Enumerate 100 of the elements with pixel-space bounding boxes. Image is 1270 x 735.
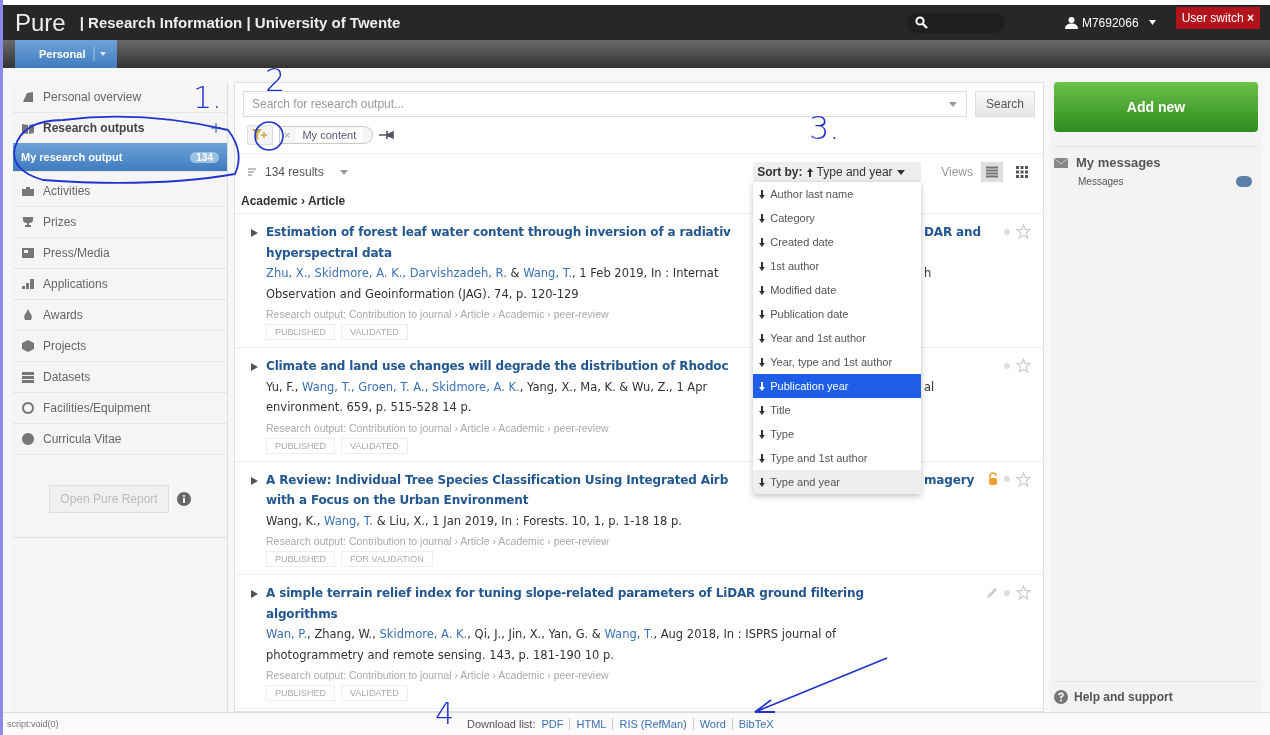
menu-item[interactable]: Author last name xyxy=(753,182,922,206)
result-title[interactable]: Estimation of forest leaf water content through inversion of a radiativ xyxy=(266,222,748,243)
download-link[interactable]: BibTeX xyxy=(731,718,780,730)
sidebar-item[interactable]: Datasets xyxy=(13,362,227,393)
citation: h xyxy=(924,265,932,282)
expand-icon[interactable] xyxy=(251,590,258,598)
annotation-number: 1. xyxy=(193,84,222,111)
status-tag: VALIDATED xyxy=(341,324,408,340)
caret-icon xyxy=(1148,20,1156,25)
sidebar-item[interactable]: Applications xyxy=(13,269,227,300)
filter-add-icon xyxy=(252,129,268,141)
menu-item[interactable]: 1st author xyxy=(753,254,922,278)
user-menu[interactable]: M7692066 xyxy=(1058,14,1162,31)
status-tag: VALIDATED xyxy=(341,437,408,454)
caret-icon[interactable] xyxy=(339,169,348,175)
menu-item[interactable]: Created date xyxy=(753,230,922,254)
sidebar-item[interactable]: Activities xyxy=(13,176,227,207)
citation: Wan, P., Zhang, W., Skidmore, A. K., Qi, J., Jin, X., Yan, G. & Wang, T., Aug 2018, In : ISPRS journal of xyxy=(266,626,837,643)
citation: Zhu, X., Skidmore, A. K., Darvishzadeh, R. & Wang, T., 1 Feb 2019, In : Internat xyxy=(266,265,720,282)
add-filter-button[interactable] xyxy=(247,125,273,145)
search-field[interactable] xyxy=(906,12,1005,33)
search-button[interactable]: Search xyxy=(974,91,1035,117)
dot-icon[interactable] xyxy=(1004,228,1010,235)
badge xyxy=(1236,176,1252,187)
newspaper-icon xyxy=(21,246,35,260)
download-label: Download list: xyxy=(467,718,536,730)
arrow-down-icon xyxy=(759,309,766,319)
result-title[interactable]: algorithms xyxy=(266,603,338,624)
logo[interactable]: Pure xyxy=(15,8,66,37)
status-tag: PUBLISHED xyxy=(266,685,336,701)
menu-item[interactable]: Title xyxy=(753,398,922,422)
expand-icon[interactable] xyxy=(251,229,258,237)
dot-icon[interactable] xyxy=(1004,589,1010,596)
dot-icon[interactable] xyxy=(1004,362,1010,369)
result-title[interactable]: A simple terrain relief index for tuning slope-related parameters of LiDAR ground filtering xyxy=(266,583,864,604)
messages-link[interactable]: Messages xyxy=(1078,176,1124,187)
sort-icon[interactable] xyxy=(247,166,257,178)
sidebar-item[interactable]: Curricula Vitae xyxy=(13,424,227,455)
menu-item[interactable]: Year and 1st author xyxy=(753,326,922,350)
result-title[interactable]: hyperspectral data xyxy=(266,242,392,263)
menu-item[interactable]: Publication year xyxy=(753,374,922,398)
sidebar-item[interactable]: Press/Media xyxy=(13,238,227,269)
arrow-down-icon xyxy=(759,333,766,343)
menu-item[interactable]: Type xyxy=(753,422,922,446)
filter-chip[interactable]: × My content xyxy=(279,126,374,144)
result-title[interactable]: DAR and xyxy=(924,222,981,243)
download-link[interactable]: HTML xyxy=(569,718,613,730)
star-icon[interactable] xyxy=(1016,358,1031,373)
stack-icon xyxy=(21,370,35,384)
result-title[interactable]: A Review: Individual Tree Species Classification Using Integrated Airb xyxy=(266,469,748,490)
result-title[interactable]: Climate and land use changes will degrade the distribution of Rhodoc xyxy=(266,356,729,377)
arrow-down-icon xyxy=(759,213,766,223)
menu-item[interactable]: Category xyxy=(753,206,922,230)
menu-item[interactable]: Type and 1st author xyxy=(753,446,922,470)
sidebar-item[interactable]: Facilities/Equipment xyxy=(13,393,227,424)
citation: environment. 659, p. 515-528 14 p. xyxy=(266,399,472,416)
pin-icon[interactable] xyxy=(379,130,396,140)
sidebar-item[interactable]: Prizes xyxy=(13,207,227,238)
list-icon xyxy=(986,166,998,178)
user-switch-button[interactable]: User switch × xyxy=(1175,7,1260,29)
menu-item[interactable]: Modified date xyxy=(753,278,922,302)
site-title: | Research Information | University of Twente xyxy=(79,14,402,31)
download-link[interactable]: RIS (RefMan) xyxy=(612,718,693,730)
add-icon[interactable] xyxy=(211,123,221,133)
briefcase-icon xyxy=(21,184,35,198)
caret-icon[interactable] xyxy=(93,47,108,61)
dot-icon[interactable] xyxy=(1004,476,1010,482)
sidebar-item[interactable]: Awards xyxy=(13,300,227,331)
status-text: script:void(0) xyxy=(6,719,60,729)
info-icon[interactable] xyxy=(176,492,191,506)
star-icon[interactable] xyxy=(1016,585,1031,600)
expand-icon[interactable] xyxy=(251,363,258,371)
sort-dropdown[interactable]: Sort by: Type and year xyxy=(753,162,922,182)
expand-icon[interactable] xyxy=(251,476,258,485)
result-type: Research output: Contribution to journal › Article › Academic › peer-review xyxy=(266,535,609,547)
arrow-down-icon xyxy=(759,381,766,391)
arrow-down-icon xyxy=(759,453,766,463)
arrow-down-icon xyxy=(759,429,766,439)
result-title[interactable]: magery xyxy=(924,469,975,490)
annotation-number: 3. xyxy=(809,114,840,143)
views-label: Views xyxy=(941,165,973,179)
list-view-button[interactable] xyxy=(981,162,1003,182)
help-icon[interactable] xyxy=(1054,690,1068,704)
citation: photogrammetry and remote sensing. 143, p. 181-190 10 p. xyxy=(266,646,614,664)
search-field[interactable]: Search for research output... xyxy=(243,91,967,117)
caret-icon[interactable] xyxy=(948,102,957,107)
star-icon[interactable] xyxy=(1016,224,1031,239)
help-link[interactable]: Help and support xyxy=(1074,690,1173,704)
menu-item[interactable]: Publication date xyxy=(753,302,922,326)
circle-annotation xyxy=(254,121,284,151)
menu-item[interactable]: Type and year xyxy=(753,470,922,494)
star-icon[interactable] xyxy=(1016,471,1031,487)
sidebar-item[interactable]: Research outputs xyxy=(13,113,227,143)
menu-item[interactable]: Year, type and 1st author xyxy=(753,350,922,374)
result-type: Research output: Contribution to journal › Article › Academic › peer-review xyxy=(266,669,609,681)
download-link[interactable]: Word xyxy=(692,718,732,730)
sidebar-item[interactable]: Projects xyxy=(13,331,227,362)
result-title[interactable]: with a Focus on the Urban Environment xyxy=(266,490,529,511)
grid-icon xyxy=(1016,166,1028,178)
download-link[interactable]: PDF xyxy=(541,718,570,730)
